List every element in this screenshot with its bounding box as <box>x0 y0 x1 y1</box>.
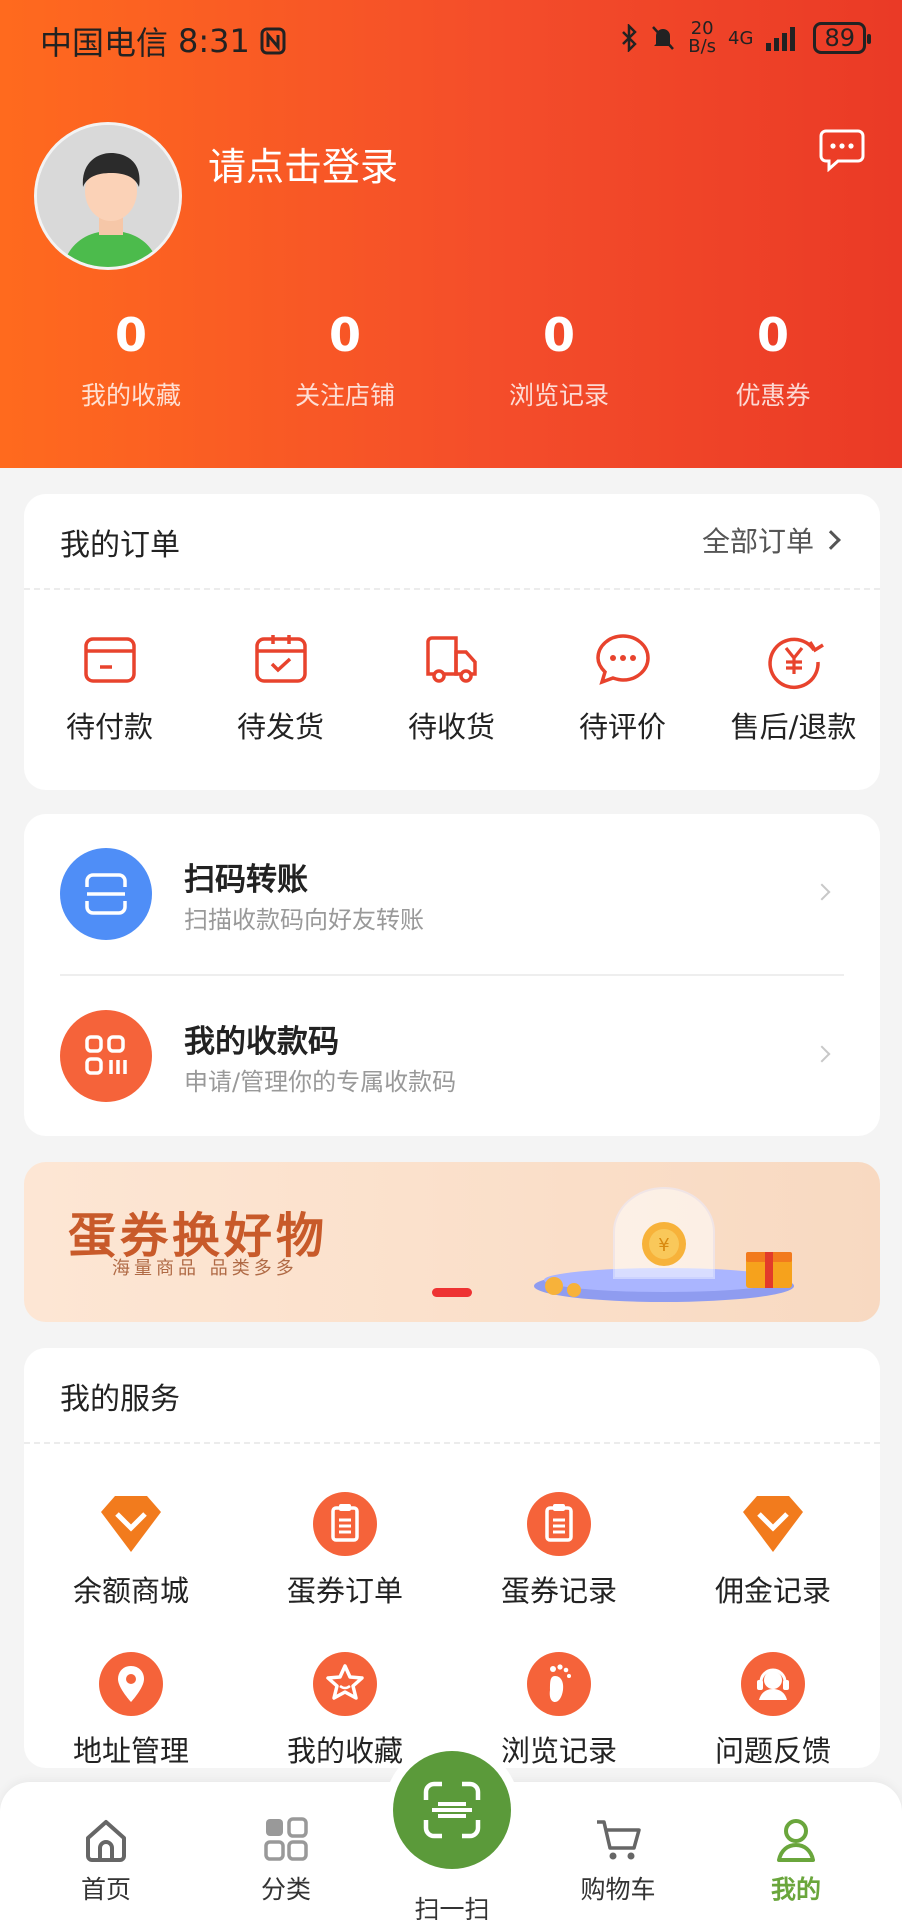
service-coupon-records[interactable]: 蛋券记录 <box>452 1492 666 1652</box>
diamond-icon <box>741 1492 805 1556</box>
coin-dome-illustration: ¥ <box>534 1187 794 1302</box>
user-icon <box>777 1819 815 1862</box>
scan-icon <box>60 848 152 940</box>
services-card: 我的服务 余额商城 蛋券订单 蛋券记录 佣金记录 地址管理 我的收藏 浏览记录 … <box>24 1348 880 1768</box>
order-after-sales[interactable]: 售后/退款 <box>708 630 879 746</box>
chevron-right-icon <box>821 530 841 550</box>
support-icon <box>741 1652 805 1716</box>
divider <box>60 974 844 976</box>
signal-icon <box>766 27 796 51</box>
tab-home[interactable]: 首页 <box>46 1814 166 1906</box>
scan-icon <box>423 1781 481 1839</box>
avatar[interactable] <box>34 122 182 270</box>
bluetooth-icon <box>622 24 638 52</box>
chat-bubble-icon <box>595 634 650 685</box>
stat-favorites[interactable]: 0 我的收藏 <box>24 300 238 412</box>
scan-transfer-row[interactable]: 扫码转账 扫描收款码向好友转账 <box>60 834 844 954</box>
network-type: 4G <box>728 27 754 49</box>
banner-tagline: 海量商品 品类多多 <box>112 1258 298 1279</box>
scan-fab[interactable] <box>384 1742 520 1878</box>
my-payment-code-row[interactable]: 我的收款码 申请/管理你的专属收款码 <box>60 996 844 1116</box>
carousel-indicator[interactable] <box>432 1288 472 1297</box>
service-commission-records[interactable]: 佣金记录 <box>666 1492 880 1652</box>
tab-mine[interactable]: 我的 <box>736 1814 856 1906</box>
service-balance-mall[interactable]: 余额商城 <box>24 1492 238 1652</box>
yuan-refund-icon <box>767 637 824 690</box>
svg-text:¥: ¥ <box>658 1235 669 1256</box>
grid-icon <box>264 1817 308 1861</box>
battery-indicator: 89 <box>813 22 871 54</box>
divider <box>24 588 880 590</box>
stat-coupons[interactable]: 0 优惠券 <box>666 300 880 412</box>
divider <box>24 1442 880 1444</box>
orders-card: 我的订单 全部订单 待付款 待发货 待收货 待评价 售后/退款 <box>24 494 880 790</box>
truck-icon <box>425 636 477 683</box>
wallet-icon <box>83 637 136 683</box>
location-icon <box>99 1652 163 1716</box>
diamond-icon <box>99 1492 163 1556</box>
tab-scan-label[interactable]: 扫一扫 <box>392 1890 512 1920</box>
box-check-icon <box>254 635 307 683</box>
footprint-icon <box>527 1652 591 1716</box>
cart-icon <box>597 1820 641 1860</box>
user-avatar-icon <box>37 125 179 267</box>
payment-card: 扫码转账 扫描收款码向好友转账 我的收款码 申请/管理你的专属收款码 <box>24 814 880 1136</box>
orders-title: 我的订单 <box>60 528 180 563</box>
status-bar: 中国电信 8:31 20 B/s 4G 89 <box>0 0 902 80</box>
services-title: 我的服务 <box>60 1382 180 1417</box>
mute-bell-icon <box>652 26 675 50</box>
order-pending-receipt[interactable]: 待收货 <box>366 630 537 746</box>
order-pending-shipment[interactable]: 待发货 <box>195 630 366 746</box>
chevron-right-icon <box>813 1045 831 1063</box>
nfc-icon <box>260 27 286 55</box>
profile-header: 中国电信 8:31 20 B/s 4G 89 请点击登录 0 我的收藏 0 关注店铺 … <box>0 0 902 468</box>
order-pending-payment[interactable]: 待付款 <box>24 630 195 746</box>
service-coupon-orders[interactable]: 蛋券订单 <box>238 1492 452 1652</box>
carrier-name: 中国电信 <box>40 24 169 62</box>
login-prompt[interactable]: 请点击登录 <box>208 136 398 191</box>
order-pending-review[interactable]: 待评价 <box>537 630 708 746</box>
network-speed: 20 B/s <box>688 18 717 57</box>
stat-history[interactable]: 0 浏览记录 <box>452 300 666 412</box>
message-icon[interactable] <box>818 128 866 172</box>
chevron-right-icon <box>813 883 831 901</box>
tab-category[interactable]: 分类 <box>226 1814 346 1906</box>
clock: 8:31 <box>178 22 250 60</box>
home-icon <box>86 1820 126 1862</box>
tab-cart[interactable]: 购物车 <box>558 1814 678 1906</box>
stat-followed-shops[interactable]: 0 关注店铺 <box>238 300 452 412</box>
stats-row: 0 我的收藏 0 关注店铺 0 浏览记录 0 优惠券 <box>0 300 902 412</box>
promo-banner[interactable]: 蛋券换好物 海量商品 品类多多 ¥ <box>24 1162 880 1322</box>
all-orders-link[interactable]: 全部订单 <box>702 520 841 560</box>
clipboard-icon <box>313 1492 377 1556</box>
qrcode-icon <box>60 1010 152 1102</box>
clipboard-icon <box>527 1492 591 1556</box>
star-icon <box>313 1652 377 1716</box>
